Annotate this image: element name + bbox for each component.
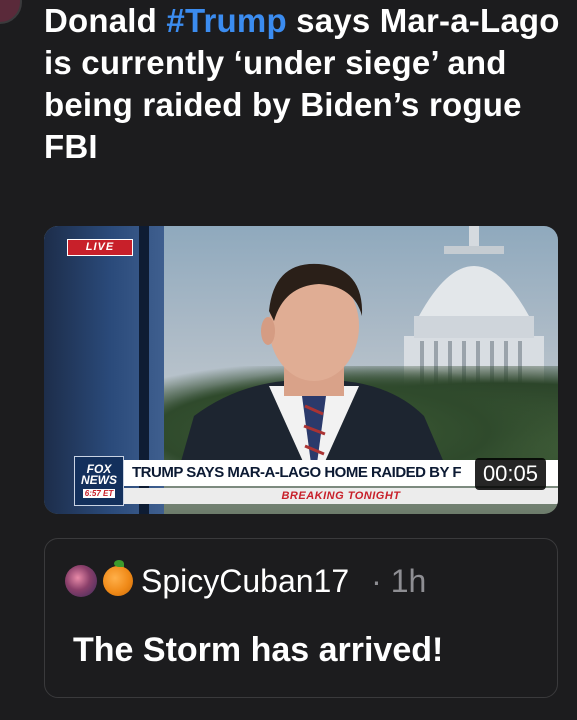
reply-header: SpicyCuban17 · 1h xyxy=(65,560,427,600)
author-avatar[interactable] xyxy=(0,0,22,24)
breaking-label: BREAKING TONIGHT xyxy=(124,488,558,504)
post-headline: Donald #Trump says Mar-a-Lago is current… xyxy=(44,0,564,168)
reply-timestamp: · 1h xyxy=(371,562,427,599)
video-timer: 00:05 xyxy=(474,458,546,490)
news-anchor xyxy=(174,263,454,486)
avatar-icon[interactable] xyxy=(65,565,97,597)
reply-username[interactable]: SpicyCuban17 xyxy=(141,563,349,600)
video-player[interactable]: LIVE FOX NEWS 6:57 ET TRUMP SAYS MAR-A-L… xyxy=(44,226,558,514)
hashtag-link[interactable]: #Trump xyxy=(166,2,286,39)
live-badge: LIVE xyxy=(67,239,133,256)
reply-card[interactable]: SpicyCuban17 · 1h The Storm has arrived! xyxy=(44,538,558,698)
fox-news-logo: FOX NEWS 6:57 ET xyxy=(74,456,124,506)
reply-text: The Storm has arrived! xyxy=(73,631,444,669)
orange-emoji-icon xyxy=(103,560,133,596)
headline-text-start: Donald xyxy=(44,2,167,39)
